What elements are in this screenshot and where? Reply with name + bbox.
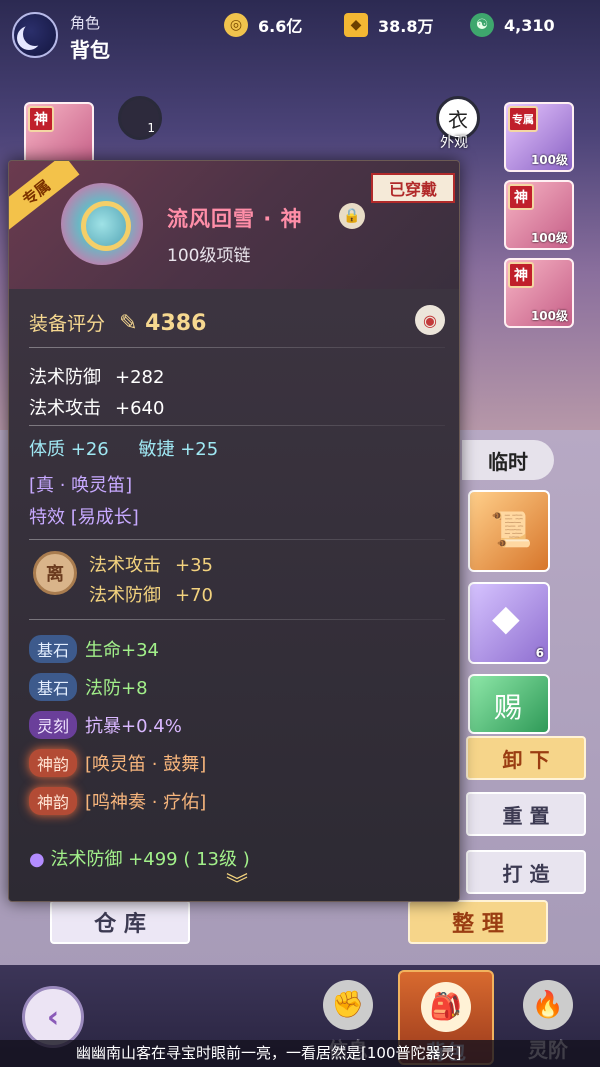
page-subtitle: 角色 [70,14,101,32]
gem-badge: 灵刻 [29,711,78,739]
attr-stats: 体质 +26 敏捷 +25 [29,435,218,461]
gold-ingot-icon: ◆ [344,13,368,37]
stat-value: +26 [70,439,109,460]
stat-label: 法术防御 [89,585,161,606]
divider [29,619,445,620]
resource-jade: ☯ 4,310 [470,13,555,37]
chevron-down-icon[interactable]: ︾ [217,867,257,898]
necklace-icon [61,183,143,265]
flame-icon: 🔥 [523,980,573,1030]
gem-row: 基石 法防+8 [29,673,148,701]
special-effect: 特效 [易成长] [29,507,139,528]
inventory-slot-1[interactable]: 📜 [468,490,550,572]
stat-label: 法术防御 [29,367,101,388]
resource-gold: ◆ 38.8万 [344,13,434,37]
unequip-button[interactable]: 卸 下 [466,736,586,780]
item-count: 6 [535,646,544,660]
gem-text: 法防+8 [85,678,148,699]
divider [29,425,445,426]
stat-label: 法术攻击 [89,555,161,576]
item-type: 100级项链 [167,246,251,266]
reset-button[interactable]: 重 置 [466,792,586,836]
item-name: 流风回雪 · 神 [167,207,303,231]
warehouse-button[interactable]: 仓 库 [50,900,190,944]
gem-badge: 神韵 [29,749,78,777]
tab-temporary[interactable]: 临时 [462,440,554,480]
scroll-icon: 📜 [490,510,533,550]
affix-coin: 离 [33,551,77,595]
gem-badge: 基石 [29,673,78,701]
crystal-icon: ◆ [492,598,520,639]
divider [29,539,445,540]
gem-badge: 基石 [29,635,78,663]
exclusive-tag: 专属 [508,106,538,132]
gem-row: 神韵 [唤灵笛 · 鼓舞] [29,749,206,777]
resource-value: 38.8万 [378,17,434,36]
inventory-slot-3[interactable]: 赐 [468,674,550,734]
gift-icon: 赐 [494,691,523,724]
moon-logo-icon[interactable] [12,12,58,58]
coin-icon: ◎ [224,13,248,37]
stat-value: +70 [175,585,213,606]
resource-value: 6.6亿 [258,17,303,36]
armor-badge: 1 [147,121,155,135]
affix-stat: 法术防御 +70 [89,581,213,607]
score-value: ✎ 4386 [119,311,207,336]
tier-tag: 神 [508,184,534,210]
slot-level: 100级 [530,231,568,245]
purple-orb-icon: ● [29,849,45,870]
stat-value: +640 [115,398,165,419]
gem-text: 抗暴+0.4% [85,716,182,737]
gem-badge: 神韵 [29,787,78,815]
equip-slot-right-3[interactable]: 神 100级 [504,258,574,328]
stat-label: 敏捷 [138,439,175,460]
back-arrow-icon[interactable]: ‹ [22,986,84,1048]
special-skill: [真 · 唤灵笛] [29,475,133,496]
gem-text: [鸣神奏 · 疗佑] [85,792,207,813]
gem-text: 生命+34 [85,640,160,661]
equip-slot-right-2[interactable]: 神 100级 [504,180,574,250]
divider [29,347,445,348]
resource-coin: ◎ 6.6亿 [224,13,303,37]
gem-row: 神韵 [鸣神奏 · 疗佑] [29,787,206,815]
page-title: 背包 [70,38,110,62]
stat-value: +282 [115,367,165,388]
broadcast-ticker: 幽幽南山客在寻宝时眼前一亮，一看居然是[100普陀器灵] [0,1040,600,1067]
slot-level: 100级 [530,153,568,167]
gem-row: 基石 生命+34 [29,635,159,663]
slot-level: 100级 [530,309,568,323]
jade-icon: ☯ [470,13,494,37]
tier-tag: 神 [28,106,54,132]
affix-stat: 法术攻击 +35 [89,551,213,577]
stat-value: +25 [180,439,219,460]
score-label: 装备评分 [29,313,106,335]
armor-icon[interactable]: 1 [118,96,162,140]
stat-value: +35 [175,555,213,576]
tier-tag: 神 [508,262,534,288]
sort-button[interactable]: 整 理 [408,900,548,944]
base-stat: 法术攻击 +640 [29,394,164,420]
equip-slot-right-1[interactable]: 专属 100级 [504,102,574,172]
gem-text: [唤灵笛 · 鼓舞] [85,754,207,775]
stat-label: 法术攻击 [29,398,101,419]
appearance-label: 外观 [440,135,468,151]
top-bar: 角色 背包 ◎ 6.6亿 ◆ 38.8万 ☯ 4,310 [0,0,600,62]
base-stat: 法术防御 +282 [29,363,164,389]
fist-icon: ✊ [323,980,373,1030]
gem-row: 灵刻 抗暴+0.4% [29,711,182,739]
equipped-badge: 已穿戴 [371,173,455,203]
forge-button[interactable]: 打 造 [466,850,586,894]
inventory-slot-2[interactable]: ◆ 6 [468,582,550,664]
item-detail-panel: 专属 流风回雪 · 神 🔒 100级项链 已穿戴 装备评分 ✎ 4386 ◉ 法… [8,160,460,902]
bag-icon: 🎒 [421,982,471,1032]
stat-label: 体质 [29,439,65,460]
lock-icon[interactable]: 🔒 [339,203,365,229]
equipment-score: 装备评分 ✎ 4386 [29,309,206,336]
score-number: 4386 [145,311,207,336]
eye-icon[interactable]: ◉ [415,305,445,335]
resource-value: 4,310 [504,15,555,35]
